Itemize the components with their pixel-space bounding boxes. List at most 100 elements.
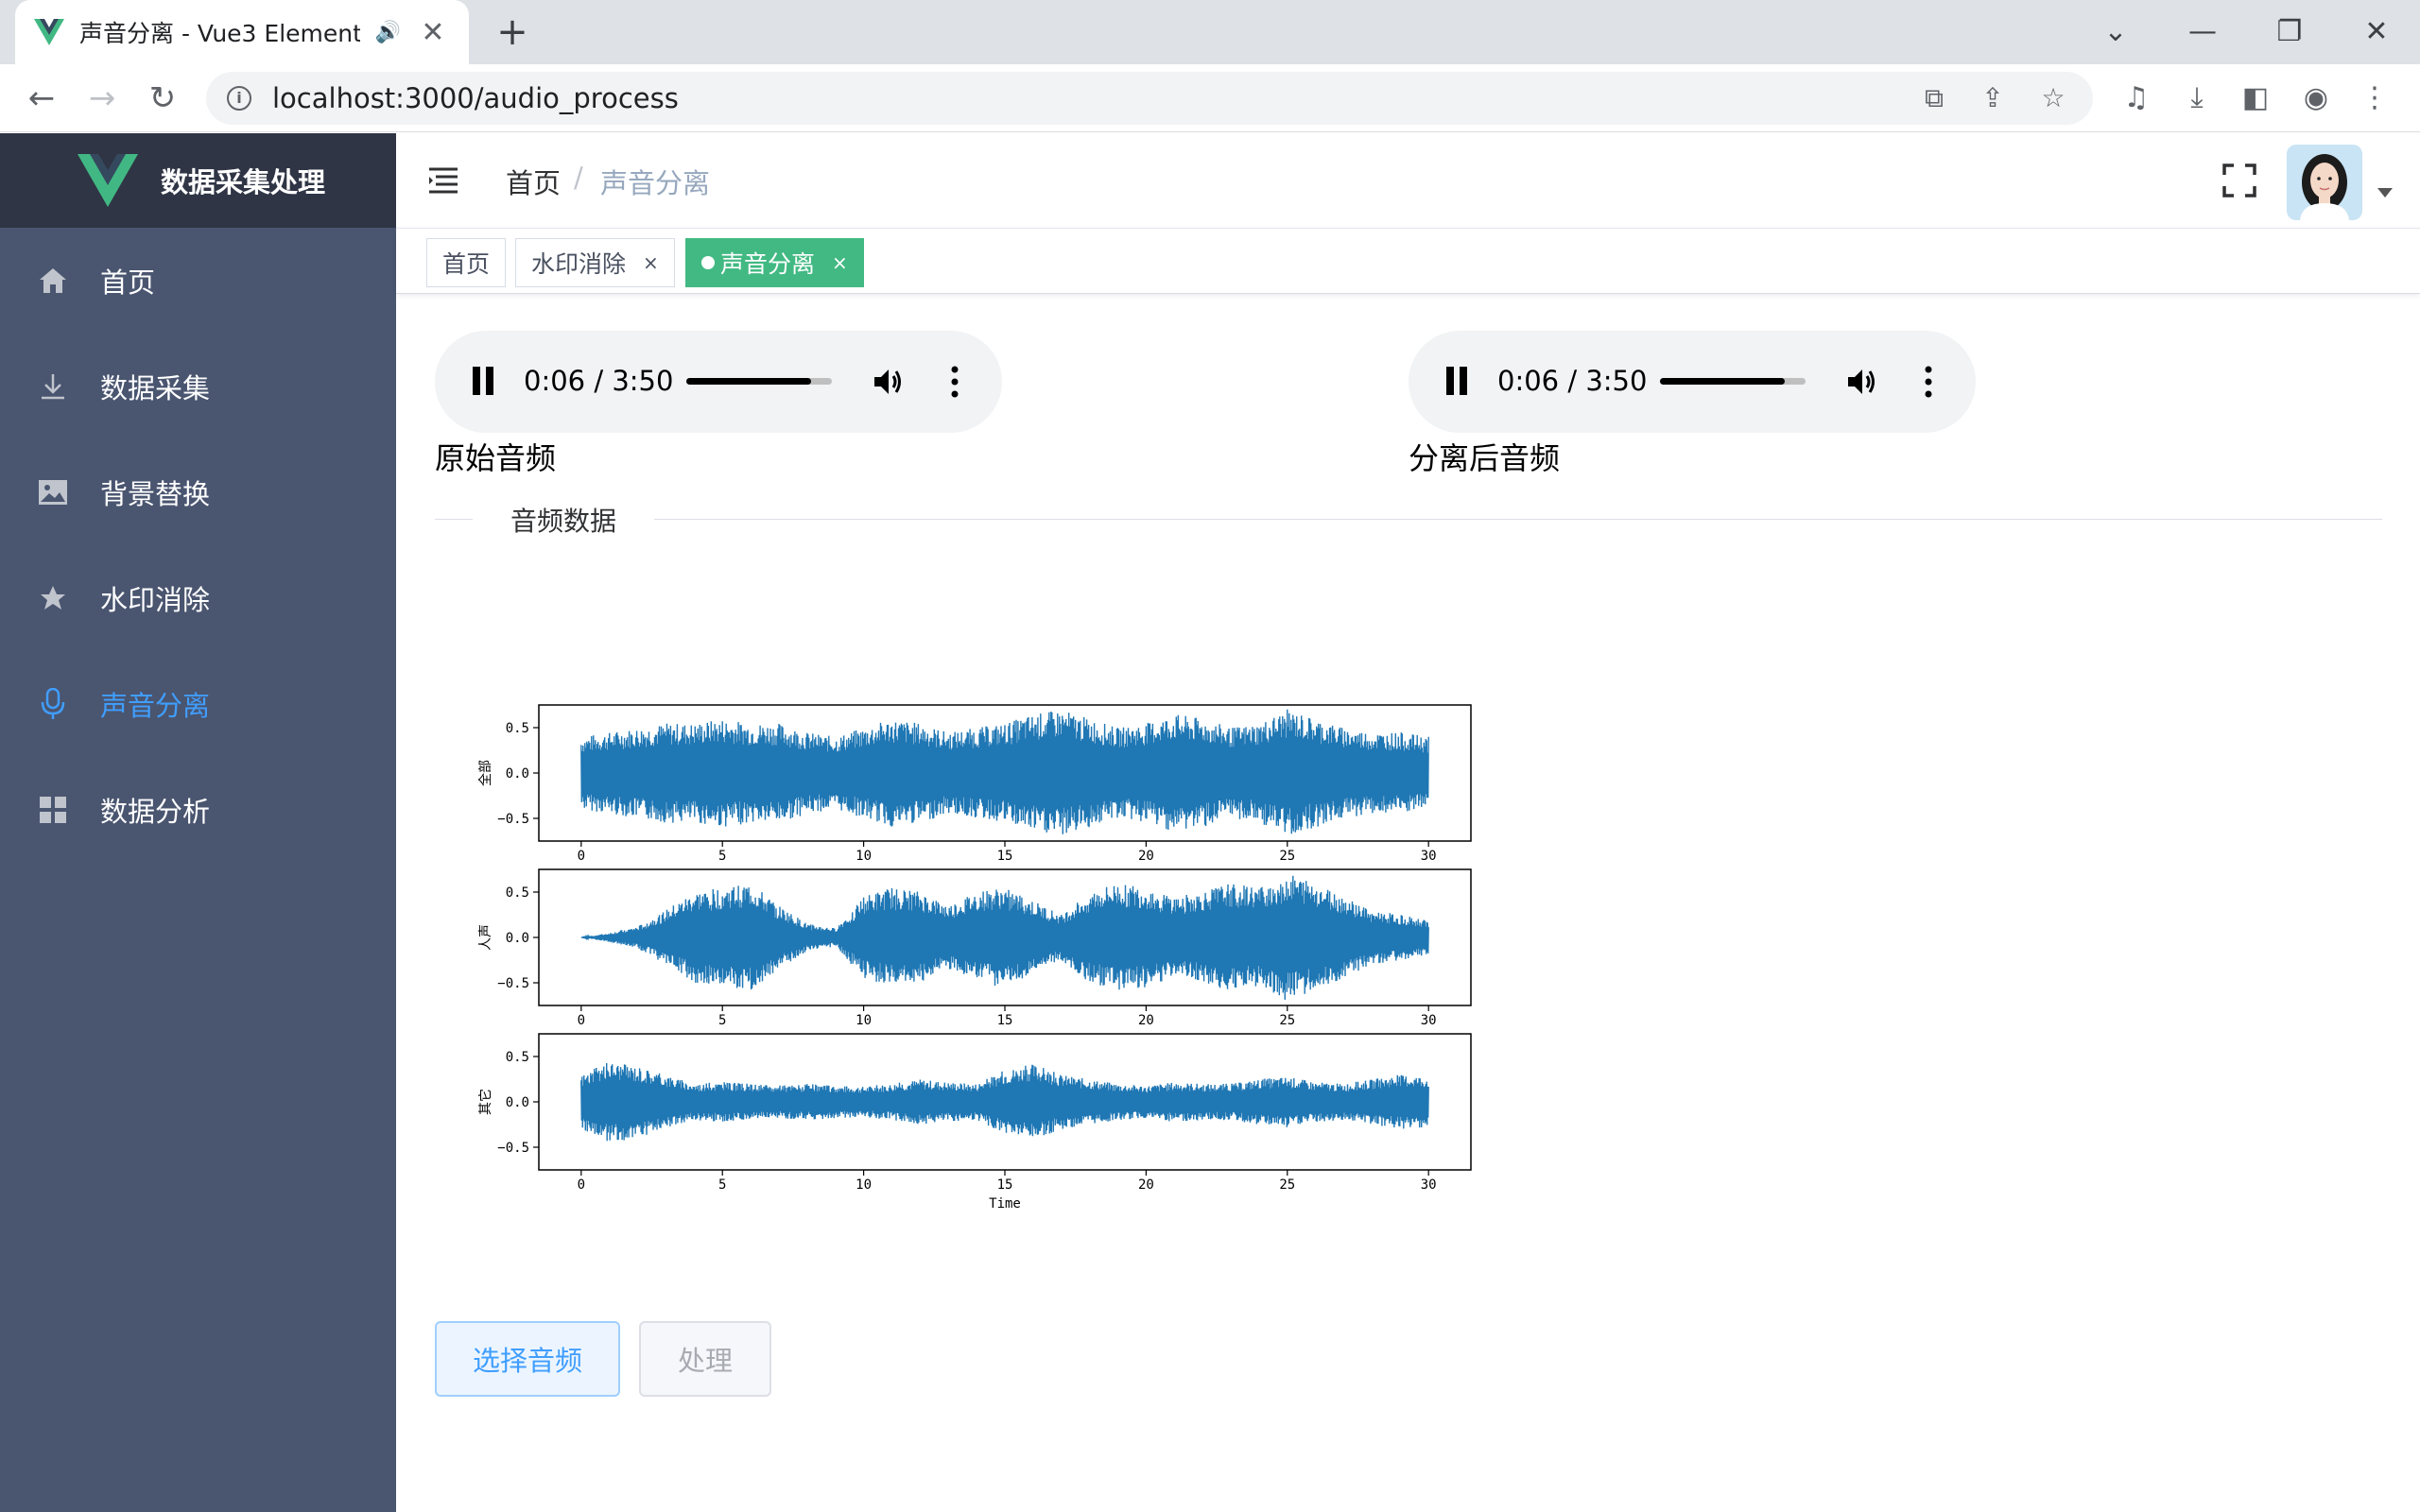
x-tick-label: 5	[718, 849, 726, 864]
breadcrumb-home[interactable]: 首页	[506, 162, 561, 201]
vue-logo-icon	[78, 154, 138, 207]
new-tab-button[interactable]: +	[492, 11, 533, 53]
sidebar-item-label: 首页	[100, 266, 156, 299]
sidebar-brand[interactable]: 数据采集处理	[0, 133, 396, 228]
volume-icon[interactable]	[872, 365, 906, 399]
x-tick-label: 20	[1138, 1013, 1154, 1028]
caret-down-icon[interactable]	[2377, 188, 2393, 198]
x-tick-label: 10	[856, 849, 872, 864]
active-dot-icon	[701, 256, 715, 269]
divider-title: 音频数据	[510, 506, 617, 537]
divider-line-left	[435, 519, 473, 520]
grid-icon	[38, 795, 68, 825]
sidebar: 数据采集处理 首页 数据采集 背景替换 水印消除 声音分离 数据分析	[0, 133, 396, 1512]
x-tick-label: 10	[856, 1177, 872, 1193]
tag-label: 水印消除	[531, 250, 627, 278]
sidebar-item-watermark-remove[interactable]: 水印消除	[0, 545, 396, 651]
y-axis-label: 人声	[478, 924, 493, 951]
forward-button[interactable]: →	[81, 77, 123, 119]
browser-toolbar: ← → ↻ i localhost:3000/audio_process ⧉ ⇪…	[0, 64, 2420, 132]
x-tick-label: 25	[1279, 849, 1295, 864]
tab-title: 声音分离 - Vue3 Element Admin	[79, 20, 360, 47]
tag-watermark-remove[interactable]: 水印消除 ×	[515, 238, 675, 287]
translate-icon[interactable]: ⧉	[1917, 81, 1951, 115]
address-bar[interactable]: i localhost:3000/audio_process ⧉ ⇪ ☆	[206, 72, 2093, 125]
breadcrumb-separator: /	[574, 162, 583, 194]
sidebar-item-background-replace[interactable]: 背景替换	[0, 439, 396, 545]
sidebar-item-data-collect[interactable]: 数据采集	[0, 334, 396, 439]
waveform-chart: 0.5 0.0 −0.5 0 5 10 15 20 25 30 全部 0.5 0.0 −0.5 0 5 10 15…	[477, 704, 1472, 1210]
more-options-icon[interactable]	[950, 365, 959, 399]
share-icon[interactable]: ⇪	[1976, 81, 2010, 115]
speaker-icon[interactable]: 🔊	[375, 21, 401, 44]
media-control-icon[interactable]: ♫	[2116, 77, 2157, 119]
x-tick-label: 15	[997, 1177, 1013, 1193]
y-axis-label: 其它	[477, 1089, 493, 1115]
sidebar-item-label: 水印消除	[100, 584, 211, 616]
more-options-icon[interactable]	[1924, 365, 1933, 399]
sidebar-item-label: 声音分离	[100, 690, 211, 722]
restore-button[interactable]: ❐	[2261, 9, 2318, 55]
x-tick-label: 15	[997, 849, 1013, 864]
url-text: localhost:3000/audio_process	[272, 82, 679, 114]
x-axis-label: Time	[989, 1196, 1021, 1210]
sidebar-item-home[interactable]: 首页	[0, 228, 396, 334]
x-tick-label: 5	[718, 1177, 726, 1193]
menu-kebab-icon[interactable]: ⋮	[2354, 77, 2395, 119]
tag-home[interactable]: 首页	[426, 238, 507, 287]
y-tick-label: 0.0	[506, 766, 529, 782]
pause-icon[interactable]	[1446, 367, 1469, 395]
sidebar-item-label: 数据采集	[100, 372, 211, 404]
volume-icon[interactable]	[1845, 365, 1879, 399]
x-tick-label: 20	[1138, 1177, 1154, 1193]
side-panel-icon[interactable]: ◧	[2235, 77, 2276, 119]
tag-close-icon[interactable]: ×	[832, 251, 848, 274]
sidebar-item-data-analysis[interactable]: 数据分析	[0, 757, 396, 863]
close-icon[interactable]: ✕	[416, 16, 450, 49]
sidebar-item-label: 数据分析	[100, 796, 211, 828]
progress-fill	[686, 378, 812, 385]
x-tick-label: 15	[997, 1013, 1013, 1028]
pause-icon[interactable]	[473, 367, 495, 395]
user-avatar[interactable]	[2287, 145, 2362, 220]
x-tick-label: 20	[1138, 849, 1154, 864]
x-tick-label: 0	[578, 849, 585, 864]
browser-tab[interactable]: 声音分离 - Vue3 Element Admin 🔊 ✕	[15, 0, 469, 64]
fullscreen-icon[interactable]	[2222, 163, 2256, 198]
profile-icon[interactable]: ◉	[2295, 77, 2337, 119]
original-audio-player[interactable]: 0:06 / 3:50	[435, 331, 1002, 433]
tab-search-button[interactable]: ⌄	[2087, 9, 2144, 55]
vue-logo-icon	[34, 19, 64, 45]
back-button[interactable]: ←	[21, 77, 62, 119]
image-icon	[38, 477, 68, 507]
home-icon	[38, 266, 68, 296]
brand-title: 数据采集处理	[161, 166, 326, 198]
waveform-series-1	[580, 875, 1429, 1000]
info-icon[interactable]: i	[227, 86, 251, 111]
tag-close-icon[interactable]: ×	[643, 251, 659, 274]
browser-tabstrip: 声音分离 - Vue3 Element Admin 🔊 ✕ + ⌄ — ❐ ✕	[0, 0, 2420, 64]
player-time: 0:06 / 3:50	[1497, 365, 1648, 397]
y-axis-label: 全部	[477, 760, 493, 786]
y-tick-label: 0.0	[506, 1095, 529, 1110]
tag-label: 首页	[442, 250, 491, 278]
download-icon	[38, 371, 68, 402]
select-audio-button[interactable]: 选择音频	[435, 1321, 620, 1397]
x-tick-label: 0	[578, 1177, 585, 1193]
minimize-button[interactable]: —	[2174, 9, 2231, 55]
breadcrumb-current: 声音分离	[600, 167, 711, 199]
hamburger-icon[interactable]	[428, 167, 458, 194]
x-tick-label: 5	[718, 1013, 726, 1028]
tag-audio-separation[interactable]: 声音分离 ×	[685, 238, 864, 287]
player-progress[interactable]	[686, 378, 832, 385]
player-progress[interactable]	[1660, 378, 1806, 385]
separated-audio-player[interactable]: 0:06 / 3:50	[1409, 331, 1976, 433]
reload-button[interactable]: ↻	[142, 77, 183, 119]
x-tick-label: 0	[578, 1013, 585, 1028]
sidebar-item-audio-separation[interactable]: 声音分离	[0, 651, 396, 757]
download-icon[interactable]: ⤓	[2176, 77, 2218, 119]
y-tick-label: −0.5	[497, 812, 529, 827]
bookmark-star-icon[interactable]: ☆	[2036, 81, 2070, 115]
process-button[interactable]: 处理	[639, 1321, 771, 1397]
window-close-button[interactable]: ✕	[2348, 9, 2405, 55]
